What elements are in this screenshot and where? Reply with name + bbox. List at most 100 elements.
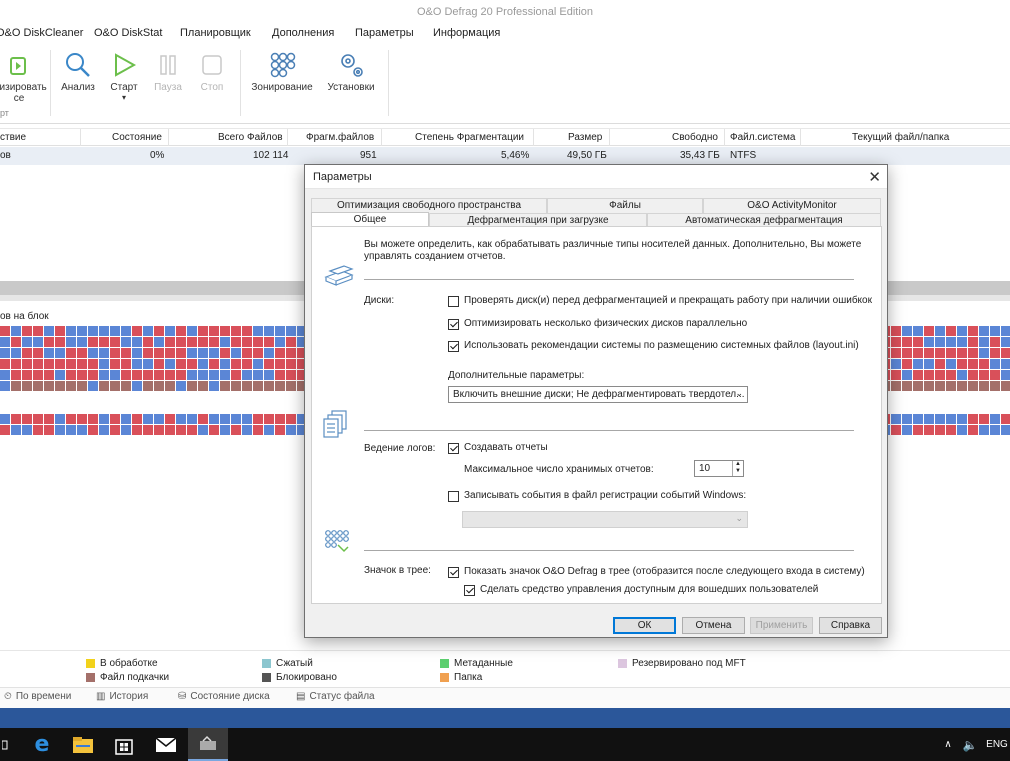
tray-all-users-checkbox[interactable] <box>464 585 475 596</box>
tab-disk-status[interactable]: ⛁ Состояние диска <box>178 691 270 702</box>
oo-defrag-taskbar-icon[interactable] <box>188 728 228 761</box>
cluster-block <box>44 337 54 347</box>
tray-dots-icon <box>324 529 352 558</box>
ok-button[interactable]: ОК <box>613 617 676 634</box>
menu-info[interactable]: Информация <box>433 27 500 39</box>
col-filesystem[interactable]: Файл.система <box>730 132 795 143</box>
cluster-block <box>231 370 241 380</box>
cell-size: 49,50 ГБ <box>567 150 607 161</box>
tab-free-space[interactable]: Оптимизация свободного пространства <box>311 198 547 213</box>
col-fragmented-files[interactable]: Фрагм.файлов <box>306 132 374 143</box>
cluster-block <box>242 381 252 391</box>
zoning-button[interactable]: Зонирование <box>248 48 316 93</box>
settings-button[interactable]: Установки <box>322 48 380 93</box>
check-before-defrag-checkbox[interactable] <box>448 296 459 307</box>
pause-button[interactable]: Пауза <box>150 48 186 93</box>
cluster-block <box>242 370 252 380</box>
create-reports-label[interactable]: Создавать отчеты <box>464 442 548 453</box>
eventlog-dropdown[interactable]: ⌄ <box>462 511 748 528</box>
col-action[interactable]: ствие <box>0 132 26 143</box>
show-tray-icon-checkbox[interactable] <box>448 567 459 578</box>
table-row[interactable]: ов 0% 102 114 951 5,46% 49,50 ГБ 35,43 Г… <box>0 147 1010 165</box>
tab-files[interactable]: Файлы <box>547 198 703 213</box>
cluster-block <box>11 359 21 369</box>
close-icon[interactable]: ✕ <box>868 168 881 186</box>
edge-browser-icon[interactable]: e <box>22 728 62 761</box>
cluster-block <box>1001 326 1010 336</box>
cluster-block <box>44 425 54 435</box>
cluster-block <box>957 337 967 347</box>
cluster-block <box>220 425 230 435</box>
analyze-button[interactable]: Анализ <box>58 48 98 93</box>
cluster-block <box>220 381 230 391</box>
windows-eventlog-checkbox[interactable] <box>448 491 459 502</box>
cluster-block <box>968 370 978 380</box>
menu-diskcleaner[interactable]: O&O DiskCleaner <box>0 27 83 39</box>
menu-extras[interactable]: Дополнения <box>272 27 334 39</box>
menu-diskstat[interactable]: O&O DiskStat <box>94 27 162 39</box>
col-current-file[interactable]: Текущий файл/папка <box>852 132 949 143</box>
tab-activitymonitor[interactable]: O&O ActivityMonitor <box>703 198 881 213</box>
extra-options-dropdown[interactable]: Включить внешние диски; Не дефрагментиро… <box>448 386 748 403</box>
cluster-block <box>990 359 1000 369</box>
spin-arrows-icon[interactable]: ▲ ▼ <box>732 461 743 476</box>
cell-action: ов <box>0 150 11 161</box>
file-explorer-icon[interactable] <box>62 728 104 761</box>
logs-label: Ведение логов: <box>364 443 436 454</box>
tab-file-status[interactable]: ▤ Статус файла <box>296 691 375 702</box>
stop-button[interactable]: Стоп <box>194 48 230 93</box>
col-size[interactable]: Размер <box>568 132 602 143</box>
cluster-block <box>143 381 153 391</box>
cluster-block <box>946 359 956 369</box>
tab-by-time[interactable]: ⏲ По времени <box>4 691 71 702</box>
cluster-block <box>275 425 285 435</box>
optimize-button[interactable]: низировать ce <box>0 48 47 104</box>
cancel-button[interactable]: Отмена <box>682 617 745 634</box>
parallel-optimize-label[interactable]: Оптимизировать несколько физических диск… <box>464 318 747 329</box>
cluster-block <box>0 414 10 424</box>
layout-ini-checkbox[interactable] <box>448 341 459 352</box>
store-icon[interactable] <box>104 728 144 761</box>
cell-fragmentation: 5,46% <box>501 150 530 161</box>
chevron-up-icon[interactable]: ∧ <box>940 728 956 761</box>
cluster-block <box>66 414 76 424</box>
cluster-block <box>99 370 109 380</box>
help-button[interactable]: Справка <box>819 617 882 634</box>
optimize-icon <box>0 48 44 82</box>
show-tray-icon-label[interactable]: Показать значок O&O Defrag в трее (отобр… <box>464 566 865 577</box>
menu-parameters[interactable]: Параметры <box>355 27 414 39</box>
menu-scheduler[interactable]: Планировщик <box>180 27 251 39</box>
col-free[interactable]: Свободно <box>672 132 718 143</box>
cluster-block <box>187 359 197 369</box>
mail-icon[interactable] <box>146 728 186 761</box>
layout-ini-label[interactable]: Использовать рекомендации системы по раз… <box>464 340 859 351</box>
cluster-block <box>33 326 43 336</box>
start-button[interactable]: Старт ▾ <box>104 48 144 102</box>
cluster-block <box>110 348 120 358</box>
cluster-block <box>33 414 43 424</box>
tab-history[interactable]: ▥ История <box>96 691 148 702</box>
legend-item: Сжатый <box>262 658 313 669</box>
col-status[interactable]: Состояние <box>112 132 162 143</box>
cluster-block <box>187 414 197 424</box>
parallel-optimize-checkbox[interactable] <box>448 319 459 330</box>
volume-icon[interactable]: 🔈 <box>960 728 980 761</box>
create-reports-checkbox[interactable] <box>448 443 459 454</box>
divider <box>364 279 854 280</box>
windows-eventlog-label[interactable]: Записывать события в файл регистрации со… <box>464 490 746 501</box>
cluster-block <box>55 348 65 358</box>
chevron-down-icon: ⌄ <box>735 388 743 398</box>
file-icon: ▤ <box>296 691 306 702</box>
disk-stack-icon <box>322 259 356 292</box>
cluster-block <box>957 425 967 435</box>
col-fragmentation-degree[interactable]: Степень Фрагментации <box>415 132 524 143</box>
apply-button[interactable]: Применить <box>750 617 813 634</box>
language-indicator[interactable]: ENG <box>984 728 1010 761</box>
col-total-files[interactable]: Всего Файлов <box>218 132 283 143</box>
check-before-defrag-label[interactable]: Проверять диск(и) перед дефрагментацией … <box>464 295 872 306</box>
max-reports-stepper[interactable]: 10 ▲ ▼ <box>694 460 744 477</box>
tray-all-users-label[interactable]: Сделать средство управления доступным дл… <box>480 584 818 595</box>
max-reports-label: Максимальное число хранимых отчетов: <box>464 464 654 475</box>
cluster-block <box>242 348 252 358</box>
task-view-icon[interactable] <box>0 728 12 761</box>
